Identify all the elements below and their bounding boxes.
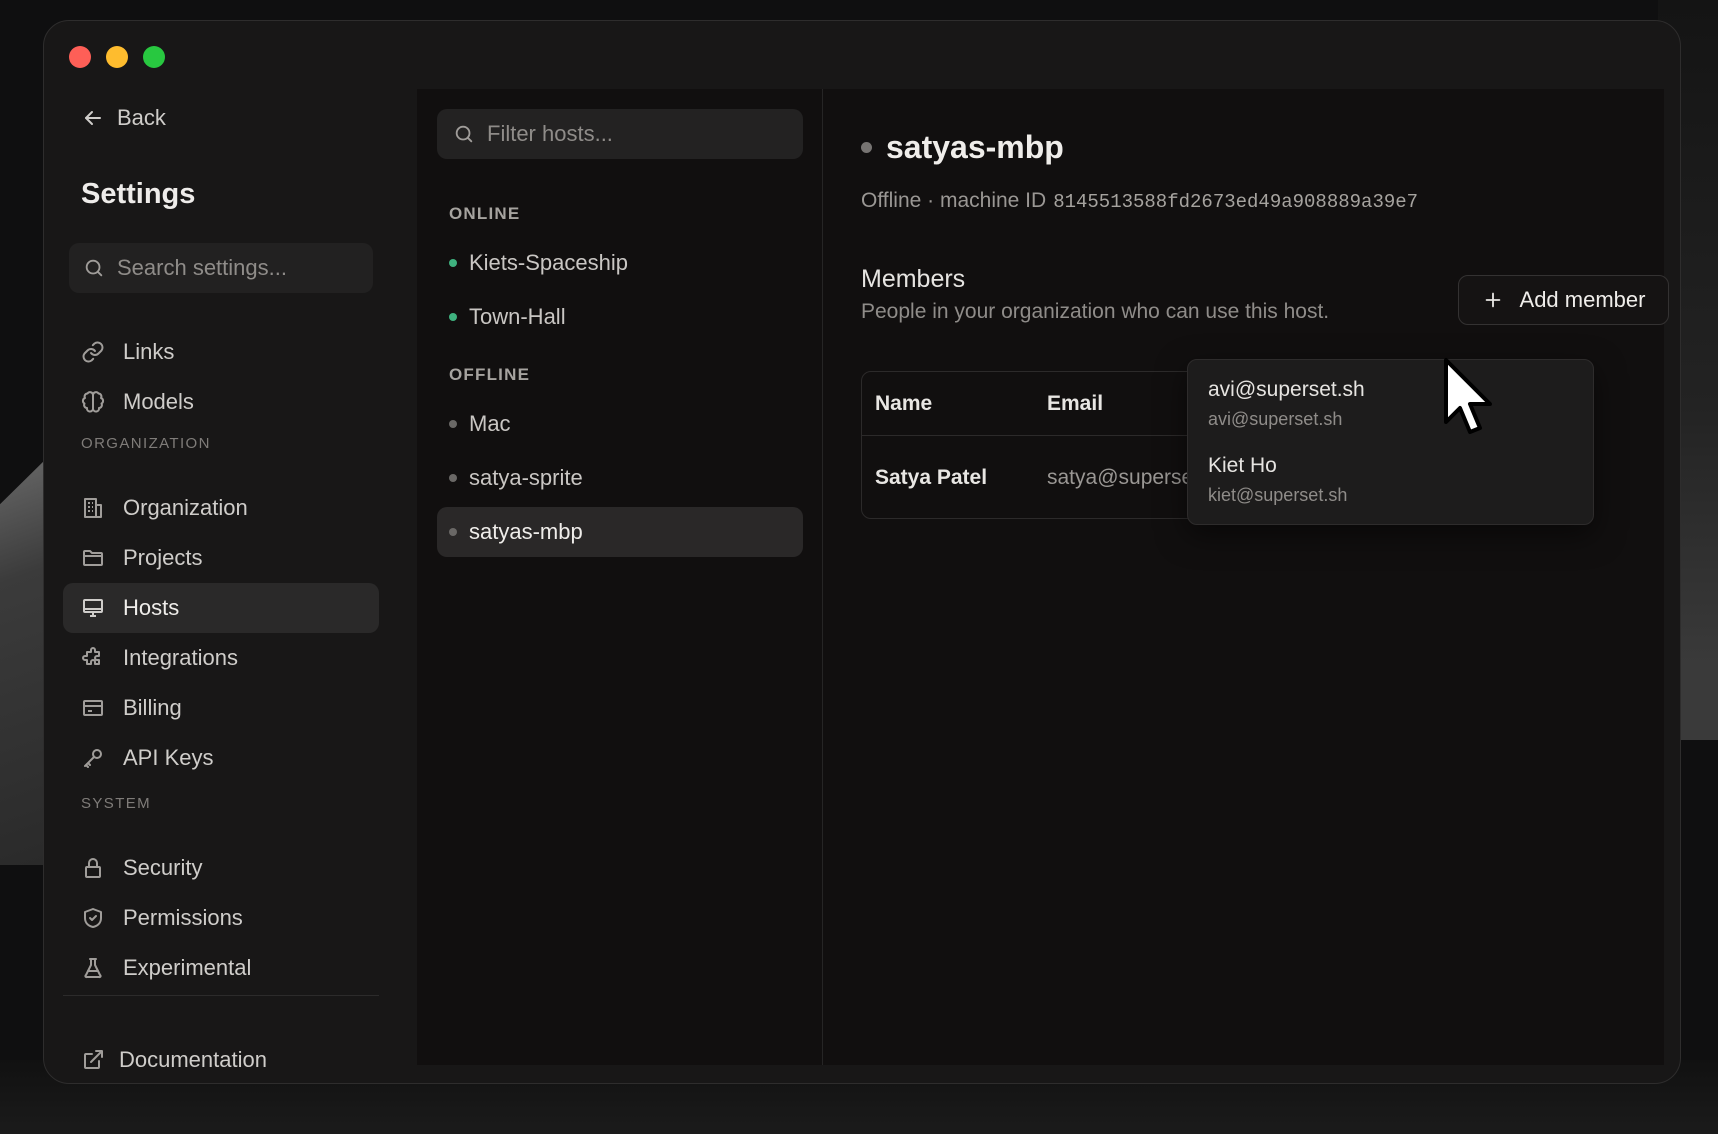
sidebar-item-models[interactable]: Models	[63, 377, 379, 427]
brain-icon	[81, 391, 105, 413]
offline-status-dot	[449, 528, 457, 536]
machine-id: 8145513588fd2673ed49a908889a39e7	[1053, 191, 1419, 213]
sidebar-item-label: Organization	[123, 495, 248, 520]
back-label: Back	[117, 105, 166, 130]
sidebar-item-api-keys[interactable]: API Keys	[63, 733, 379, 783]
host-title: satyas-mbp	[886, 129, 1064, 165]
search-settings-input[interactable]	[117, 255, 347, 281]
online-status-dot	[449, 313, 457, 321]
add-member-button[interactable]: Add member	[1458, 275, 1669, 325]
monitor-icon	[83, 599, 103, 617]
flask-icon	[84, 958, 102, 979]
shield-icon	[84, 908, 102, 928]
sidebar-item-billing[interactable]: Billing	[63, 683, 379, 733]
filter-hosts-field[interactable]	[437, 109, 803, 159]
hosts-list-panel: ONLINE Kiets-Spaceship Town-Hall OFFLINE…	[417, 89, 823, 1065]
dropdown-option-avi[interactable]: avi@superset.sh avi@superset.sh	[1208, 378, 1365, 430]
host-name: satya-sprite	[469, 465, 583, 490]
column-header-name: Name	[875, 391, 933, 415]
lock-icon	[85, 858, 101, 878]
search-icon	[85, 259, 103, 277]
members-description: People in your organization who can use …	[861, 300, 1330, 323]
members-heading: Members	[861, 265, 966, 293]
building-icon	[84, 498, 102, 518]
option-primary: Kiet Ho	[1208, 454, 1277, 477]
host-item-satya-sprite[interactable]: satya-sprite	[437, 453, 803, 503]
member-name: Satya Patel	[875, 465, 988, 489]
folder-icon	[83, 550, 103, 566]
offline-status-dot	[861, 142, 872, 153]
hosts-group-online: ONLINE	[449, 204, 521, 223]
page-title: Settings	[81, 178, 196, 210]
back-button[interactable]: Back	[81, 105, 166, 131]
option-primary: avi@superset.sh	[1208, 378, 1365, 401]
puzzle-icon	[82, 647, 100, 665]
sidebar-item-label: Projects	[123, 545, 203, 570]
option-secondary: kiet@superset.sh	[1208, 485, 1348, 505]
sidebar-item-label: API Keys	[123, 745, 214, 770]
hosts-group-offline: OFFLINE	[449, 365, 531, 384]
sidebar-item-label: Security	[123, 855, 203, 880]
settings-sidebar: Back Settings Links Models ORGANIZATION …	[44, 21, 417, 1083]
key-icon	[84, 749, 102, 768]
host-name: Town-Hall	[469, 304, 566, 329]
add-member-label: Add member	[1519, 287, 1646, 312]
host-header: satyas-mbp	[861, 129, 1064, 166]
sidebar-item-label: Hosts	[123, 595, 180, 620]
sidebar-item-label: Billing	[123, 695, 182, 720]
section-label-organization: ORGANIZATION	[81, 435, 211, 452]
documentation-label: Documentation	[119, 1047, 267, 1072]
app-window: Back Settings Links Models ORGANIZATION …	[43, 20, 1681, 1084]
sidebar-item-permissions[interactable]: Permissions	[63, 893, 379, 943]
option-secondary: avi@superset.sh	[1208, 409, 1343, 429]
section-label-system: SYSTEM	[81, 795, 152, 812]
sidebar-item-hosts[interactable]: Hosts	[63, 583, 379, 633]
mouse-pointer-icon	[1444, 358, 1492, 434]
search-icon	[455, 125, 473, 143]
online-status-dot	[449, 259, 457, 267]
host-item-mac[interactable]: Mac	[437, 399, 803, 449]
offline-status-dot	[449, 474, 457, 482]
host-item-satyas-mbp[interactable]: satyas-mbp	[437, 507, 803, 557]
sidebar-divider	[63, 995, 379, 996]
sidebar-item-projects[interactable]: Projects	[63, 533, 379, 583]
search-settings-field[interactable]	[69, 243, 373, 293]
host-item-kiets-spaceship[interactable]: Kiets-Spaceship	[437, 238, 803, 288]
host-status-line: Offline · machine ID 8145513588fd2673ed4…	[861, 189, 1418, 213]
add-member-dropdown: avi@superset.sh avi@superset.sh Kiet Ho …	[1187, 359, 1594, 525]
host-item-town-hall[interactable]: Town-Hall	[437, 292, 803, 342]
settings-content: ONLINE Kiets-Spaceship Town-Hall OFFLINE…	[417, 89, 1669, 1065]
sidebar-item-label: Integrations	[123, 645, 238, 670]
sidebar-item-links[interactable]: Links	[63, 327, 379, 377]
host-name: Mac	[469, 411, 511, 436]
arrow-left-icon	[85, 111, 101, 125]
sidebar-item-integrations[interactable]: Integrations	[63, 633, 379, 683]
host-name: Kiets-Spaceship	[469, 250, 628, 275]
sidebar-item-label: Permissions	[123, 905, 243, 930]
host-status: Offline · machine ID	[861, 189, 1047, 212]
credit-card-icon	[83, 700, 103, 716]
dropdown-option-kiet-ho[interactable]: Kiet Ho kiet@superset.sh	[1208, 454, 1347, 506]
plus-icon	[1485, 292, 1500, 308]
documentation-link[interactable]: Documentation	[63, 1035, 379, 1083]
sidebar-item-organization[interactable]: Organization	[63, 483, 379, 533]
sidebar-item-label: Models	[123, 389, 194, 414]
offline-status-dot	[449, 420, 457, 428]
sidebar-item-label: Experimental	[123, 955, 252, 980]
filter-hosts-input[interactable]	[487, 121, 717, 147]
sidebar-item-security[interactable]: Security	[63, 843, 379, 893]
host-detail-panel: satyas-mbp Offline · machine ID 81455135…	[823, 89, 1669, 1065]
link-icon	[82, 341, 104, 363]
external-link-icon	[84, 1050, 103, 1069]
sidebar-item-experimental[interactable]: Experimental	[63, 943, 379, 993]
sidebar-item-label: Links	[123, 339, 175, 364]
host-name: satyas-mbp	[469, 519, 583, 544]
